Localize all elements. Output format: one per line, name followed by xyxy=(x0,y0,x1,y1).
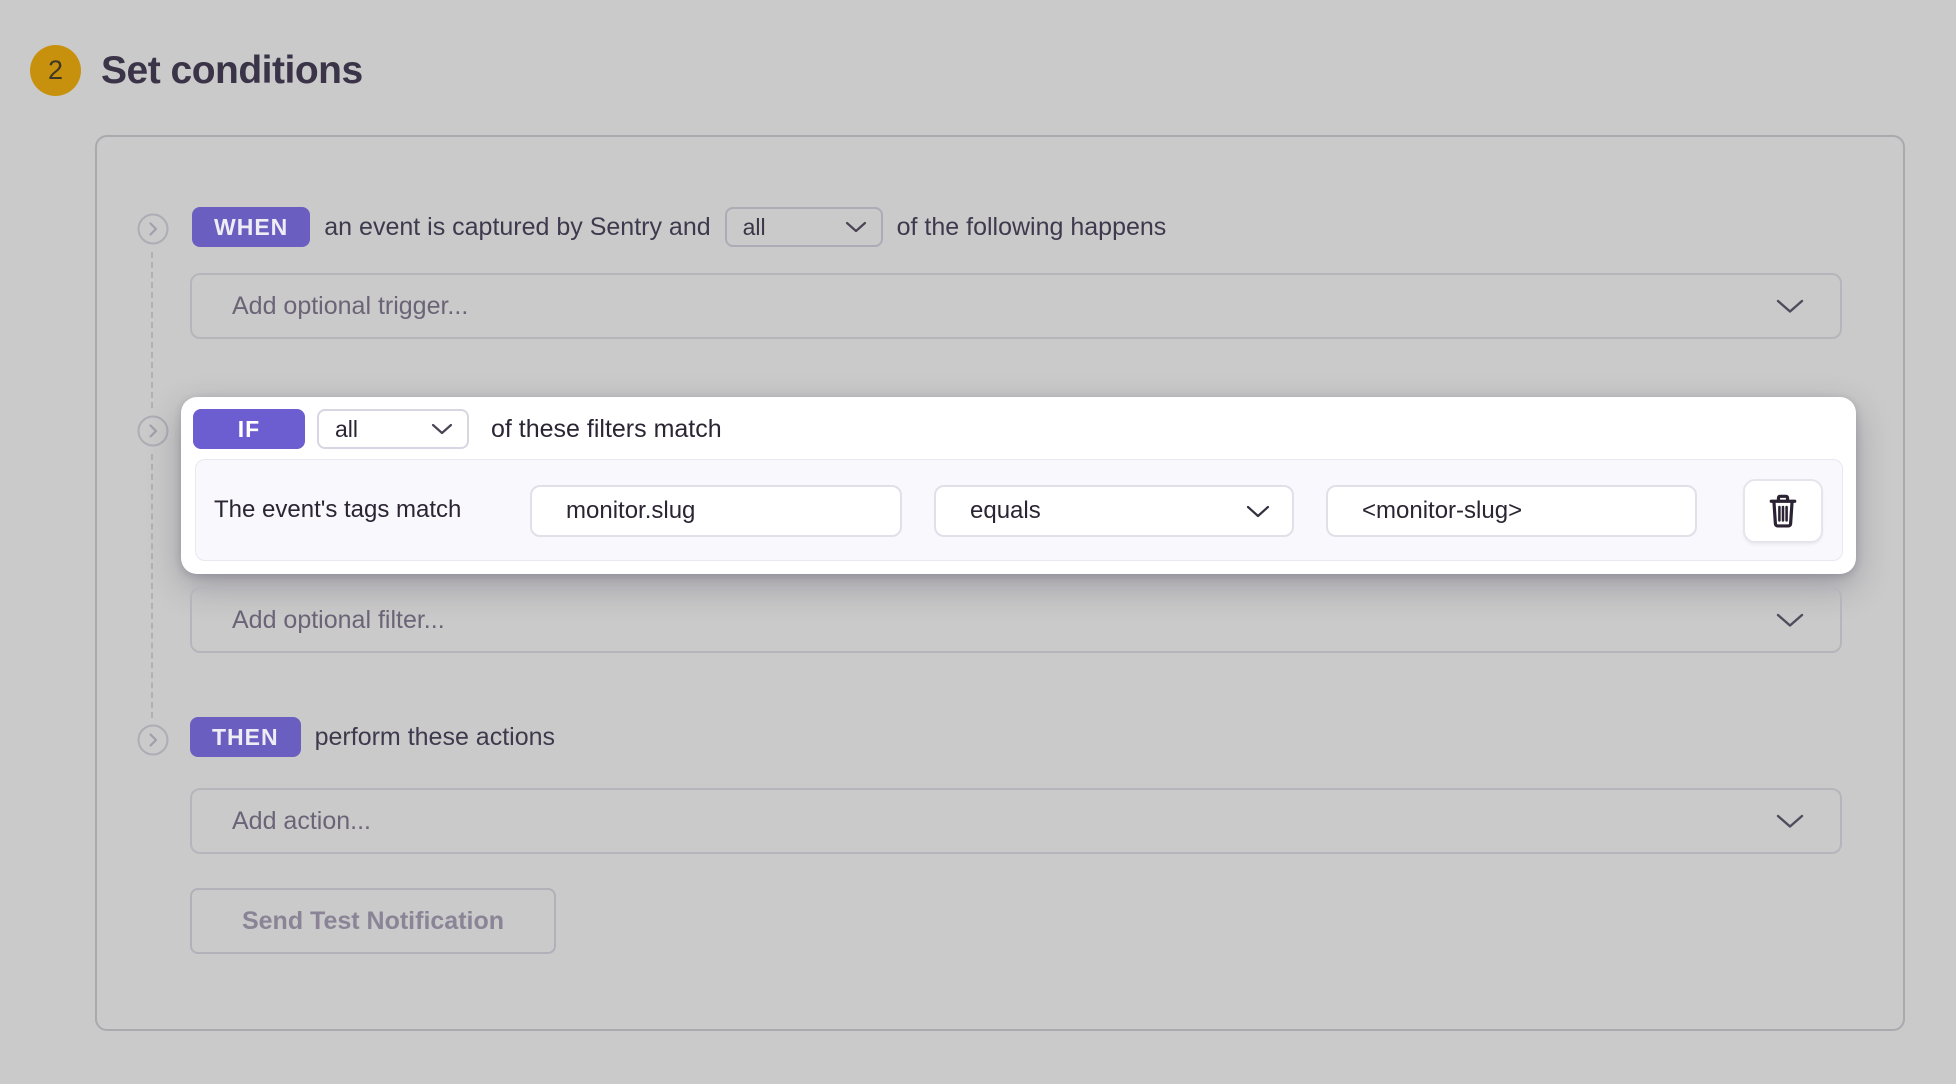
add-optional-trigger-placeholder: Add optional trigger... xyxy=(232,292,468,321)
if-badge: IF xyxy=(193,409,305,449)
filter-key-input[interactable] xyxy=(530,485,902,537)
if-aggregate-select[interactable]: all xyxy=(317,409,469,449)
filter-value-input[interactable] xyxy=(1326,485,1697,537)
add-action-placeholder: Add action... xyxy=(232,807,371,836)
filter-match-select-value: equals xyxy=(970,497,1041,525)
send-test-notification-button[interactable]: Send Test Notification xyxy=(190,888,556,954)
add-action-select[interactable]: Add action... xyxy=(190,788,1842,854)
add-optional-filter-select[interactable]: Add optional filter... xyxy=(190,587,1842,653)
timeline-dashed-connector xyxy=(151,252,153,408)
if-text-after: of these filters match xyxy=(491,415,722,444)
filter-condition-row: The event's tags match equals xyxy=(195,459,1843,561)
add-optional-trigger-select[interactable]: Add optional trigger... xyxy=(190,273,1842,339)
page-title: Set conditions xyxy=(101,49,363,93)
when-text-after: of the following happens xyxy=(897,213,1167,242)
add-optional-filter-placeholder: Add optional filter... xyxy=(232,606,445,635)
chevron-down-icon xyxy=(431,423,453,435)
if-aggregate-select-value: all xyxy=(335,416,358,443)
when-badge: WHEN xyxy=(192,207,310,247)
if-row: IF all of these filters match xyxy=(193,409,722,449)
chevron-down-icon xyxy=(1246,505,1270,518)
step-number-badge: 2 xyxy=(30,45,81,96)
if-collapse-chevron-icon[interactable] xyxy=(137,415,169,447)
when-text-before: an event is captured by Sentry and xyxy=(324,213,710,242)
filter-match-select[interactable]: equals xyxy=(934,485,1294,537)
then-badge: THEN xyxy=(190,717,301,757)
if-filters-card: IF all of these filters match The event'… xyxy=(181,397,1856,574)
chevron-down-icon xyxy=(1776,814,1804,829)
then-row: THEN perform these actions xyxy=(190,717,555,757)
then-text: perform these actions xyxy=(315,723,555,752)
chevron-down-icon xyxy=(845,221,867,233)
trash-icon xyxy=(1767,493,1799,529)
chevron-down-icon xyxy=(1776,299,1804,314)
delete-filter-button[interactable] xyxy=(1743,479,1823,543)
chevron-down-icon xyxy=(1776,613,1804,628)
when-row: WHEN an event is captured by Sentry and … xyxy=(192,207,1166,247)
filter-condition-label: The event's tags match xyxy=(214,460,461,560)
timeline-dashed-connector xyxy=(151,454,153,718)
when-collapse-chevron-icon[interactable] xyxy=(137,213,169,245)
when-aggregate-select-value: all xyxy=(743,214,766,241)
step-header: 2 Set conditions xyxy=(30,45,363,96)
then-collapse-chevron-icon[interactable] xyxy=(137,724,169,756)
when-aggregate-select[interactable]: all xyxy=(725,207,883,247)
